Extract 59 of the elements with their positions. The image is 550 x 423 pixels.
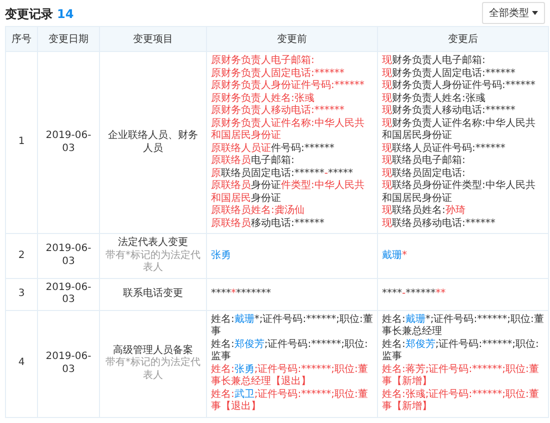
change-line: 现财务负责人身份证件号码:****** xyxy=(382,80,536,92)
table-cell: 2019-06-03 xyxy=(38,234,100,278)
change-line: 姓名:张勇;证件号码:******;职位:董 事长兼总经理【退出】 xyxy=(211,364,369,388)
change-line: 姓名:武卫;证件号码:******;职位:董 事【退出】 xyxy=(211,388,369,414)
note-text: 带有*标记的为法定代表人 xyxy=(104,250,202,274)
table-cell: 2019-06-03 xyxy=(38,310,100,417)
change-item: 高级管理人员备案 xyxy=(112,344,194,356)
change-line: 原财务负责人证件名称:中华人民共和国居民身份证 xyxy=(211,118,366,142)
change-line: 戴珊* xyxy=(382,250,408,262)
change-item: 联系电话变更 xyxy=(122,288,184,300)
table-cell: 2 xyxy=(6,234,38,278)
caret-icon xyxy=(532,11,538,15)
table-cell: 1 xyxy=(6,52,38,234)
change-line: 现财务负责人证件名称:中华人民共和国居民身份证 xyxy=(382,118,536,142)
change-line: ************ xyxy=(211,288,272,300)
change-line: 原联络员电子邮箱: xyxy=(211,155,296,168)
column-header: 变更后 xyxy=(378,26,548,52)
column-header: 变更前 xyxy=(206,26,378,52)
change-line: 现财务负责人固定电话:****** xyxy=(382,68,516,80)
change-line: 原财务负责人身份证件号码:****** xyxy=(211,80,366,92)
change-line: 姓名:戴珊*;证件号码:******;职位:董 事 xyxy=(211,314,373,338)
record-count: 14 xyxy=(57,7,74,21)
change-line: 姓名:郑俊芳;证件号码:******;职位: 监事 xyxy=(211,338,369,364)
table-cell: 4 xyxy=(6,310,38,417)
column-header: 变更日期 xyxy=(38,26,100,52)
change-line: 张勇 xyxy=(211,250,232,262)
change-item: 企业联络人员、财务人员 xyxy=(107,130,199,155)
column-header: 序号 xyxy=(6,26,38,52)
type-filter-dropdown[interactable]: 全部类型 xyxy=(482,2,545,24)
change-line: 现财务负责人姓名:张彧 xyxy=(382,92,486,104)
change-line: 原联络人员证件号码:****** xyxy=(211,142,336,154)
change-line: 现联络员姓名:孙琦 xyxy=(382,205,466,218)
change-line: 原联络员固定电话:******-***** xyxy=(211,168,354,180)
change-line: 姓名:张彧;证件号码:******;职位:董事【新增】 xyxy=(382,388,540,414)
section-title: 变更记录 xyxy=(5,7,53,21)
note-text: 带有*标记的为法定代表人 xyxy=(104,357,202,382)
change-line: 原财务负责人移动电话:****** xyxy=(211,105,346,118)
change-line: 原财务负责人电子邮箱: xyxy=(211,55,316,68)
change-line: 现财务负责人移动电话:****** xyxy=(382,105,516,118)
change-line: 现财务负责人电子邮箱: xyxy=(382,55,486,68)
change-line: 现联络员移动电话:****** xyxy=(382,218,496,230)
change-line: 现联络员电子邮箱: xyxy=(382,155,466,168)
change-line: 现联络人员证件号码:****** xyxy=(382,142,506,154)
change-line: 姓名:蒋芳;证件号码:******;职位:董事【新增】 xyxy=(382,364,540,388)
change-line: 原联络员姓名:龚汤仙 xyxy=(211,205,306,218)
change-item: 法定代表人变更 xyxy=(117,237,189,250)
change-line: ****-******** xyxy=(382,288,447,300)
change-line: 姓名:戴珊*;证件号码:******;职位:董 事长兼总经理 xyxy=(382,314,544,338)
change-line: 现联络员固定电话: xyxy=(382,168,466,180)
table-cell: 3 xyxy=(6,278,38,310)
change-line: 原财务负责人固定电话:****** xyxy=(211,68,346,80)
column-header: 变更项目 xyxy=(100,26,206,52)
table-cell: 2019-06-03 xyxy=(38,278,100,310)
table-cell: 2019-06-03 xyxy=(38,52,100,234)
change-line: 原联络员身份证件类型:中华人民共和国居民身份证 xyxy=(211,180,366,204)
change-line: 现联络员身份证件类型:中华人民共和国居民身份证 xyxy=(382,180,536,205)
change-line: 原联络员移动电话:****** xyxy=(211,218,326,230)
change-line: 原财务负责人姓名:张彧 xyxy=(211,92,316,104)
change-line: 姓名:郑俊芳;证件号码:******;职位: 监事 xyxy=(382,338,540,364)
